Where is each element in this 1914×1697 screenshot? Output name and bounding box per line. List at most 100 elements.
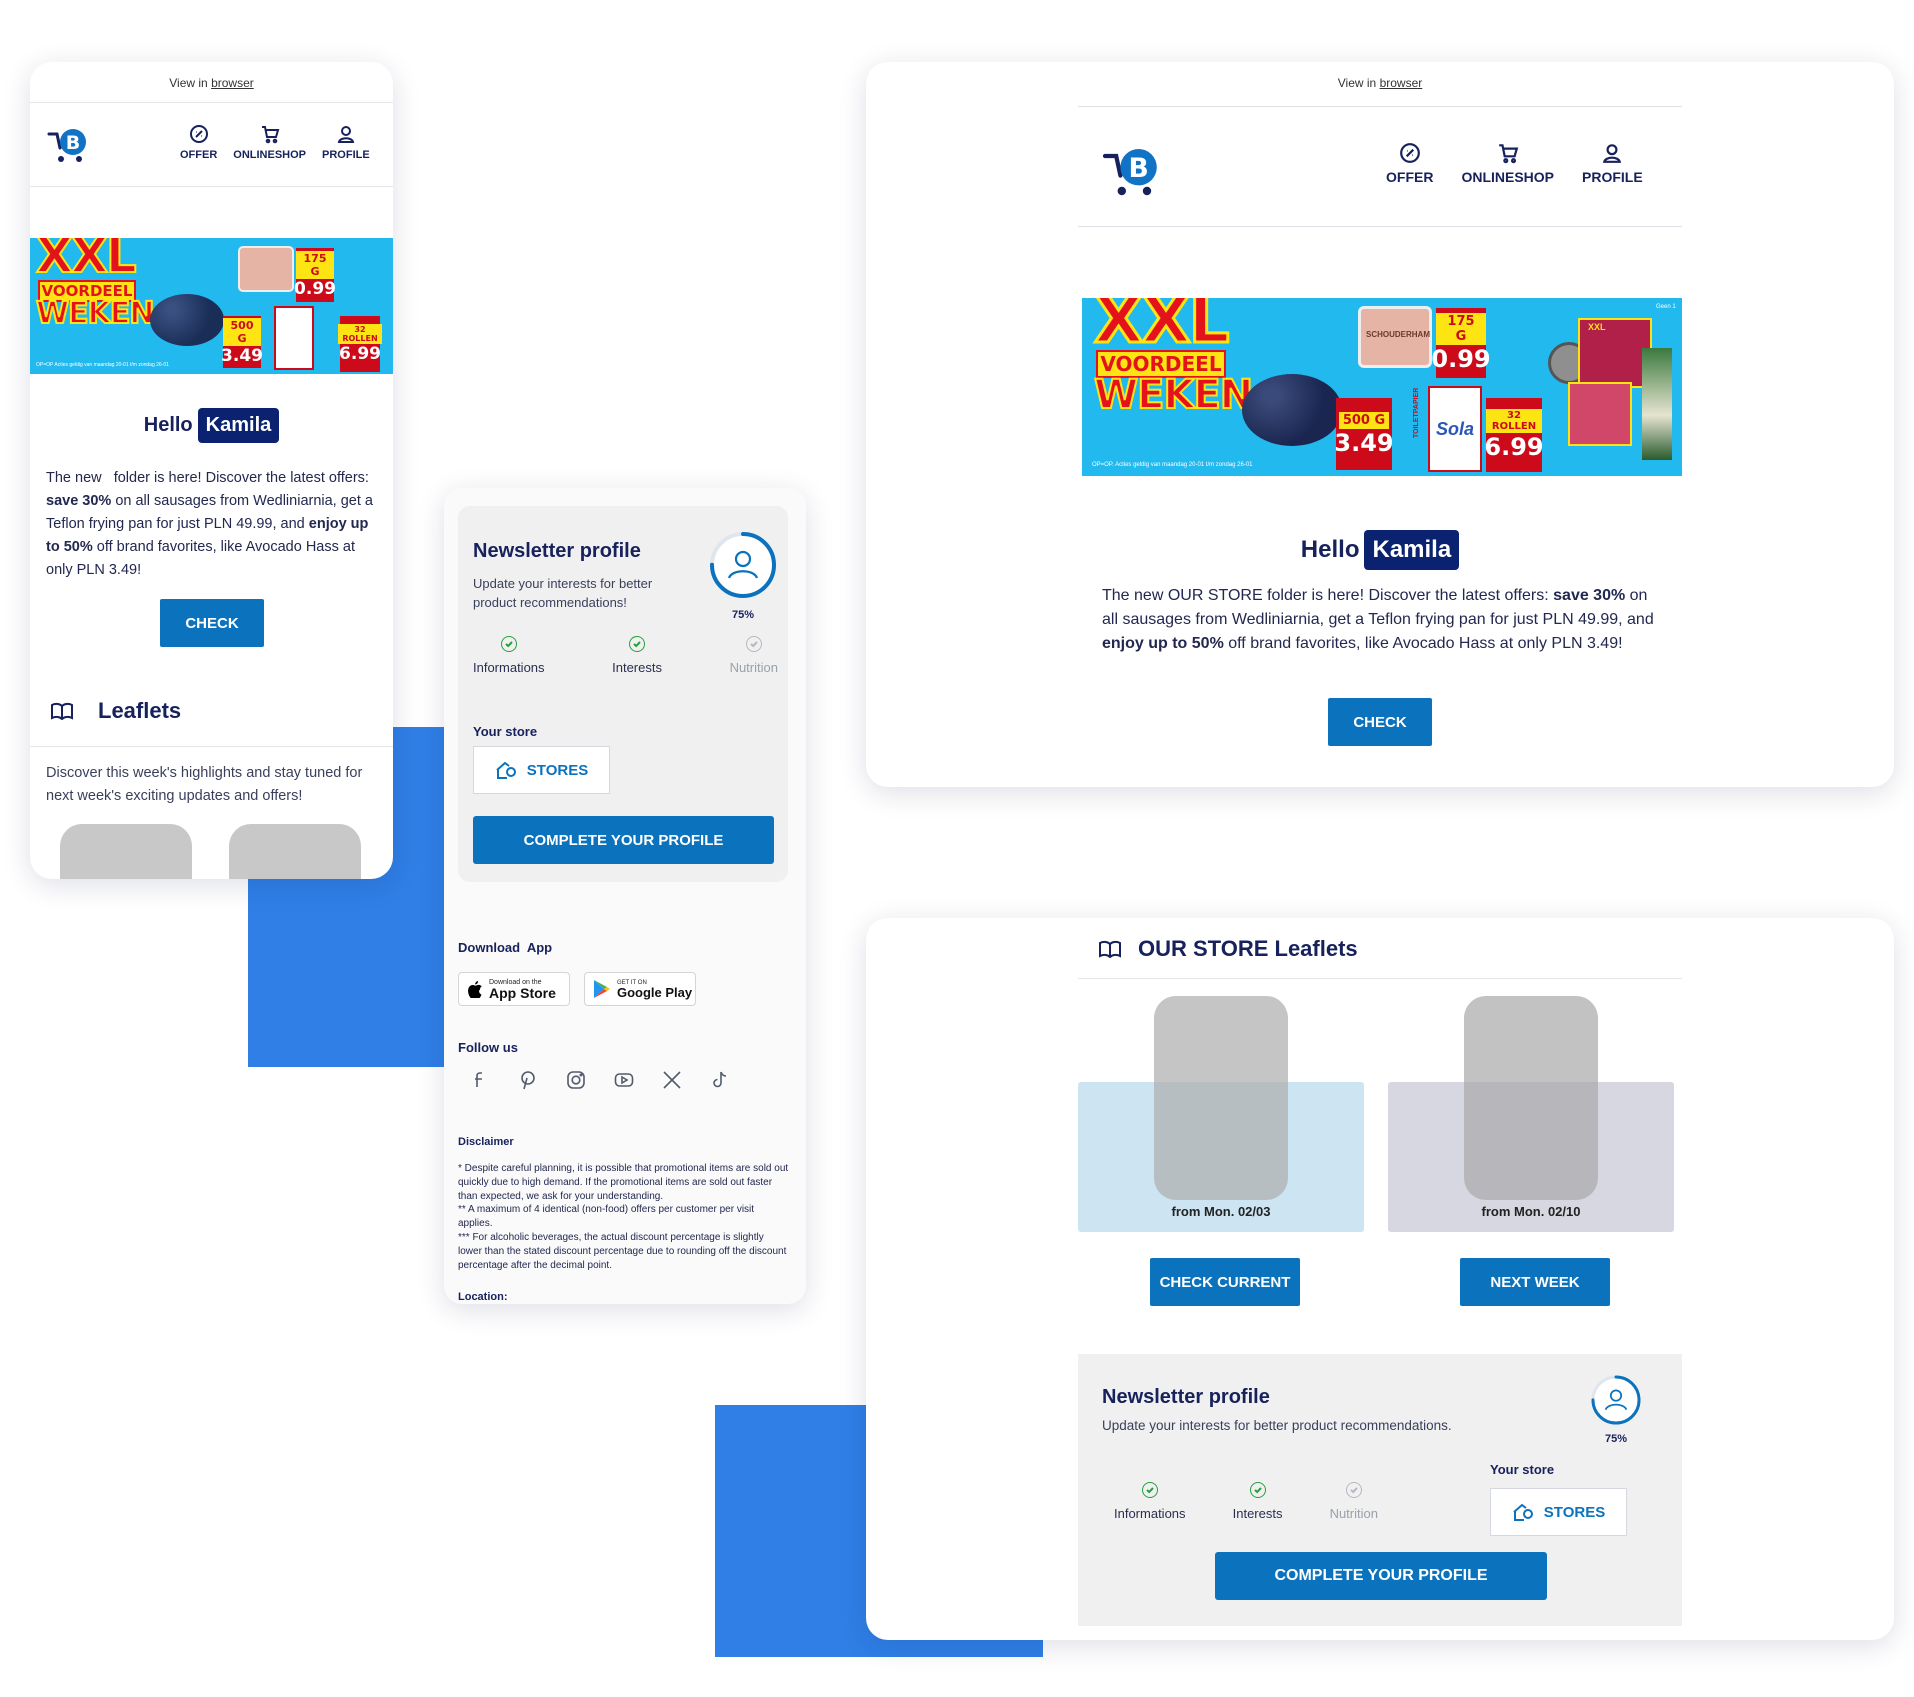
view-in-browser: View in browser (169, 76, 254, 90)
apple-icon (468, 981, 482, 998)
pinterest-icon[interactable] (518, 1070, 538, 1095)
step-informations[interactable]: Informations (473, 636, 545, 675)
location-label: Location: (458, 1291, 508, 1303)
stores-button-desktop[interactable]: STORES (1490, 1488, 1627, 1536)
google-play-badge[interactable]: GET IT ON Google Play (584, 972, 696, 1006)
youtube-icon[interactable] (614, 1070, 634, 1095)
newsletter-title-desktop: Newsletter profile (1102, 1386, 1270, 1408)
next-week-button[interactable]: NEXT WEEK (1460, 1258, 1610, 1306)
banner-xxl: XXL (1092, 298, 1230, 360)
leaflets-divider-desktop (1078, 978, 1682, 979)
cart-icon (1498, 144, 1518, 164)
step-interests[interactable]: Interests (1233, 1482, 1282, 1521)
leaflet-thumbnail-current[interactable] (60, 824, 192, 879)
check-button[interactable]: CHECK (160, 599, 264, 647)
toiletpaper-image (274, 306, 314, 370)
header-divider (30, 102, 393, 103)
social-icons (470, 1070, 730, 1095)
blueberries-image (1242, 374, 1342, 446)
browser-link[interactable]: browser (211, 76, 254, 90)
complete-profile-button-desktop[interactable]: COMPLETE YOUR PROFILE (1215, 1552, 1547, 1600)
leaflets-heading-desktop: OUR STORE Leaflets (1098, 936, 1358, 962)
ham-label: SCHOUDERHAM (1366, 330, 1430, 339)
logo-letter: B (66, 132, 80, 154)
x-icon[interactable] (662, 1070, 682, 1095)
progress-percent: 75% (1604, 1433, 1628, 1445)
nav-onlineshop-desktop[interactable]: ONLINESHOP (1461, 142, 1554, 185)
offer-badge-icon (1399, 143, 1420, 163)
price-tag-blueberries: 500 G 3.49 (1334, 398, 1394, 470)
leaflet-thumbnail-next-desktop[interactable] (1464, 996, 1598, 1200)
wine-xxl-label: XXL (1588, 322, 1606, 332)
store-pin-icon (1513, 1503, 1533, 1521)
leaflets-divider (30, 746, 393, 747)
check-circle-icon (505, 641, 513, 648)
google-play-icon (594, 980, 610, 998)
brand-logo-desktop[interactable]: B (1102, 142, 1164, 198)
facebook-icon[interactable] (470, 1070, 490, 1095)
instagram-icon[interactable] (566, 1070, 586, 1095)
nav-offer-desktop[interactable]: OFFER (1386, 142, 1433, 185)
check-circle-icon (1146, 1487, 1154, 1494)
promo-banner-desktop[interactable]: XXL VOORDEEL WEKEN SCHOUDERHAM 175 G 0.9… (1082, 298, 1682, 476)
nav-profile[interactable]: PROFILE (322, 124, 370, 161)
profile-progress-ring: 75% (708, 530, 778, 621)
newsletter-description-desktop: Update your interests for better product… (1102, 1418, 1452, 1433)
banner-weken: WEKEN (1093, 371, 1254, 419)
desktop-leaflets-newsletter: OUR STORE Leaflets from Mon. 02/03 CHECK… (866, 918, 1894, 1640)
greeting-desktop: Hello Kamila (866, 530, 1894, 570)
newsletter-description: Update your interests for better product… (473, 576, 653, 610)
leaflet-thumbnail-current-desktop[interactable] (1154, 996, 1288, 1200)
profile-steps-desktop: Informations Interests Nutrition (1114, 1482, 1378, 1521)
price-tag-ham: 175 G 0.99 (1431, 308, 1491, 378)
newsletter-title: Newsletter profile (473, 540, 641, 562)
download-app-title: Download App (458, 940, 553, 955)
leaflets-description: Discover this week's highlights and stay… (46, 765, 363, 804)
nav-divider-desktop (1078, 226, 1682, 227)
your-store-label-desktop: Your store (1490, 1462, 1555, 1477)
browser-link-desktop[interactable]: browser (1380, 76, 1423, 90)
nav-onlineshop[interactable]: ONLINESHOP (233, 124, 306, 161)
tiktok-icon[interactable] (710, 1070, 730, 1095)
price-tag-toiletpaper: 32 ROLLEN 6.99 (338, 316, 382, 372)
nav-divider (30, 186, 393, 187)
app-store-badge[interactable]: Download on the App Store (458, 972, 570, 1006)
leaflets-heading: Leaflets (50, 698, 181, 724)
toiletpaper-image: Sola (1428, 386, 1482, 472)
user-name-badge: Kamila (197, 408, 280, 443)
step-nutrition[interactable]: Nutrition (730, 636, 778, 675)
promo-banner[interactable]: XXL VOORDEEL WEKEN 175 G 0.99 500 G 3.49… (30, 238, 393, 374)
newsletter-panel: Newsletter profile Update your interests… (458, 506, 788, 882)
desktop-nav: OFFER ONLINESHOP PROFILE (1386, 142, 1643, 185)
logo-letter: B (1128, 153, 1148, 184)
brand-logo[interactable]: B (47, 124, 91, 164)
follow-us-title: Follow us (458, 1040, 518, 1055)
view-in-browser-desktop: View in browser (1337, 76, 1423, 90)
check-circle-icon (633, 641, 641, 648)
check-circle-icon (1253, 1487, 1262, 1494)
progress-percent: 75% (731, 609, 755, 621)
nav-profile-desktop[interactable]: PROFILE (1582, 142, 1643, 185)
offer-badge-icon (189, 125, 208, 143)
step-nutrition[interactable]: Nutrition (1330, 1482, 1378, 1521)
user-icon (1603, 144, 1622, 163)
profile-progress-ring-desktop: 75% (1590, 1374, 1642, 1446)
leaflet-date-current: from Mon. 02/03 (1171, 1204, 1271, 1219)
leaflet-thumbnail-next[interactable] (229, 824, 361, 879)
banner-xxl: XXL (35, 238, 138, 285)
cart-icon (261, 126, 279, 144)
banner-fine-print: OP=OP. Acties geldig van maandag 20-01 t… (1092, 462, 1253, 468)
stores-button[interactable]: STORES (473, 746, 610, 794)
complete-profile-button[interactable]: COMPLETE YOUR PROFILE (473, 816, 774, 864)
nav-offer[interactable]: OFFER (180, 124, 217, 161)
check-current-button[interactable]: CHECK CURRENT (1150, 1258, 1300, 1306)
leaflet-date-next: from Mon. 02/10 (1481, 1204, 1581, 1219)
check-circle-icon (750, 641, 758, 648)
step-informations[interactable]: Informations (1114, 1482, 1186, 1521)
price-tag-toiletpaper: 32 ROLLEN 6.99 (1484, 398, 1544, 472)
user-icon (337, 126, 355, 143)
header-divider-desktop (1078, 106, 1682, 107)
step-interests[interactable]: Interests (612, 636, 662, 675)
check-button-desktop[interactable]: CHECK (1328, 698, 1432, 746)
ham-image (238, 246, 294, 292)
